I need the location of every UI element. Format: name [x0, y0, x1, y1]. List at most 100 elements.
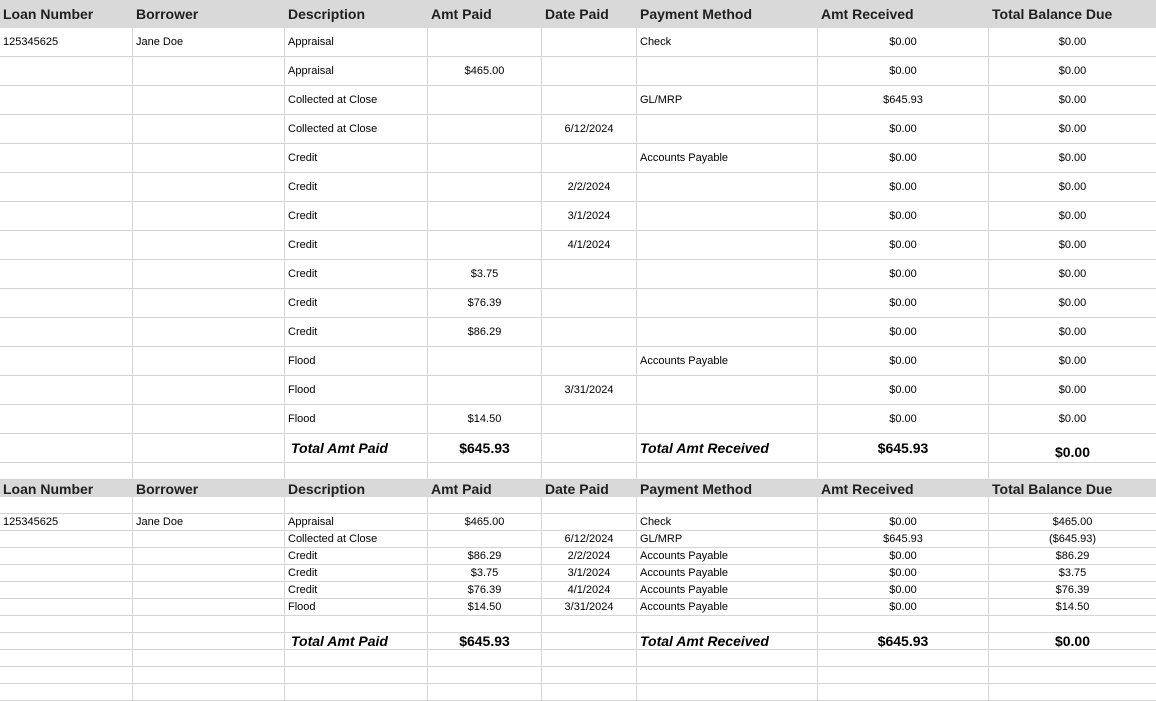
cell-payment-method[interactable] [637, 231, 818, 260]
column-header-loan-number[interactable]: Loan Number [0, 0, 133, 28]
total-amt-paid-label[interactable]: Total Amt Paid [285, 434, 428, 463]
cell-total-balance-due[interactable] [989, 650, 1156, 667]
cell-total-balance-due[interactable]: $3.75 [989, 565, 1156, 582]
cell-borrower[interactable] [133, 548, 285, 565]
cell-payment-method[interactable]: Check [637, 514, 818, 531]
cell-amt-paid[interactable]: $86.29 [428, 318, 542, 347]
cell-amt-received[interactable]: $0.00 [818, 289, 989, 318]
column-header-description[interactable]: Description [285, 480, 428, 497]
cell-payment-method[interactable] [637, 289, 818, 318]
cell-date-paid[interactable]: 2/2/2024 [542, 548, 637, 565]
cell-payment-method[interactable]: GL/MRP [637, 86, 818, 115]
cell-amt-paid[interactable]: $3.75 [428, 565, 542, 582]
cell-amt-paid[interactable]: $14.50 [428, 405, 542, 434]
cell-amt-paid[interactable] [428, 173, 542, 202]
cell-loan-number[interactable] [0, 582, 133, 599]
column-header-payment-method[interactable]: Payment Method [637, 0, 818, 28]
cell-borrower[interactable] [133, 565, 285, 582]
cell-payment-method[interactable]: Accounts Payable [637, 582, 818, 599]
column-header-borrower[interactable]: Borrower [133, 0, 285, 28]
cell-amt-paid[interactable] [428, 231, 542, 260]
cell-description[interactable] [285, 497, 428, 514]
cell-payment-method[interactable] [637, 57, 818, 86]
cell-total-balance-due[interactable]: $0.00 [989, 144, 1156, 173]
cell-amt-received[interactable]: $0.00 [818, 260, 989, 289]
cell-amt-paid[interactable] [428, 463, 542, 480]
cell-amt-paid[interactable]: $76.39 [428, 582, 542, 599]
cell-description[interactable]: Credit [285, 202, 428, 231]
cell-description[interactable]: Flood [285, 405, 428, 434]
cell-date-paid[interactable] [542, 514, 637, 531]
cell-total-balance-due[interactable]: ($645.93) [989, 531, 1156, 548]
cell-amt-received[interactable]: $0.00 [818, 376, 989, 405]
cell-borrower[interactable] [133, 633, 285, 650]
column-header-payment-method[interactable]: Payment Method [637, 480, 818, 497]
cell-description[interactable] [285, 616, 428, 633]
cell-amt-received[interactable]: $0.00 [818, 347, 989, 376]
cell-borrower[interactable] [133, 289, 285, 318]
cell-description[interactable]: Flood [285, 376, 428, 405]
cell-borrower[interactable] [133, 497, 285, 514]
column-header-amt-paid[interactable]: Amt Paid [428, 0, 542, 28]
cell-borrower[interactable] [133, 599, 285, 616]
cell-loan-number[interactable] [0, 405, 133, 434]
cell-amt-received[interactable] [818, 616, 989, 633]
cell-amt-paid[interactable]: $76.39 [428, 289, 542, 318]
cell-description[interactable]: Collected at Close [285, 86, 428, 115]
column-header-loan-number[interactable]: Loan Number [0, 480, 133, 497]
cell-payment-method[interactable] [637, 650, 818, 667]
cell-amt-paid[interactable] [428, 86, 542, 115]
cell-borrower[interactable] [133, 582, 285, 599]
total-amt-received-label[interactable]: Total Amt Received [637, 434, 818, 463]
cell-payment-method[interactable] [637, 463, 818, 480]
cell-loan-number[interactable] [0, 347, 133, 376]
cell-amt-paid[interactable] [428, 667, 542, 684]
total-balance-value[interactable]: $0.00 [989, 633, 1156, 650]
column-header-date-paid[interactable]: Date Paid [542, 480, 637, 497]
cell-date-paid[interactable] [542, 405, 637, 434]
cell-amt-paid[interactable] [428, 650, 542, 667]
cell-date-paid[interactable] [542, 463, 637, 480]
cell-description[interactable]: Credit [285, 548, 428, 565]
cell-payment-method[interactable] [637, 376, 818, 405]
cell-loan-number[interactable] [0, 497, 133, 514]
cell-date-paid[interactable]: 3/31/2024 [542, 376, 637, 405]
cell-payment-method[interactable] [637, 667, 818, 684]
cell-description[interactable]: Collected at Close [285, 115, 428, 144]
cell-borrower[interactable] [133, 231, 285, 260]
cell-borrower[interactable] [133, 347, 285, 376]
cell-amt-received[interactable] [818, 650, 989, 667]
cell-payment-method[interactable]: Accounts Payable [637, 144, 818, 173]
total-amt-received-value[interactable]: $645.93 [818, 434, 989, 463]
cell-loan-number[interactable] [0, 531, 133, 548]
cell-date-paid[interactable] [542, 434, 637, 463]
cell-total-balance-due[interactable] [989, 497, 1156, 514]
cell-description[interactable] [285, 667, 428, 684]
cell-total-balance-due[interactable]: $0.00 [989, 405, 1156, 434]
cell-total-balance-due[interactable]: $0.00 [989, 115, 1156, 144]
cell-amt-paid[interactable]: $86.29 [428, 548, 542, 565]
cell-total-balance-due[interactable] [989, 667, 1156, 684]
cell-amt-paid[interactable] [428, 144, 542, 173]
cell-total-balance-due[interactable]: $0.00 [989, 202, 1156, 231]
cell-payment-method[interactable] [637, 260, 818, 289]
cell-description[interactable]: Credit [285, 231, 428, 260]
cell-amt-paid[interactable] [428, 616, 542, 633]
cell-payment-method[interactable] [637, 318, 818, 347]
column-header-date-paid[interactable]: Date Paid [542, 0, 637, 28]
cell-borrower[interactable] [133, 405, 285, 434]
cell-date-paid[interactable] [542, 86, 637, 115]
cell-amt-received[interactable]: $0.00 [818, 548, 989, 565]
cell-payment-method[interactable]: Accounts Payable [637, 599, 818, 616]
cell-payment-method[interactable] [637, 115, 818, 144]
cell-loan-number[interactable] [0, 376, 133, 405]
cell-date-paid[interactable] [542, 318, 637, 347]
cell-borrower[interactable]: Jane Doe [133, 514, 285, 531]
cell-description[interactable] [285, 463, 428, 480]
total-balance-value[interactable]: $0.00 [989, 434, 1156, 463]
cell-loan-number[interactable] [0, 202, 133, 231]
cell-description[interactable]: Credit [285, 144, 428, 173]
cell-loan-number[interactable] [0, 548, 133, 565]
cell-amt-paid[interactable]: $465.00 [428, 57, 542, 86]
cell-amt-paid[interactable]: $14.50 [428, 599, 542, 616]
